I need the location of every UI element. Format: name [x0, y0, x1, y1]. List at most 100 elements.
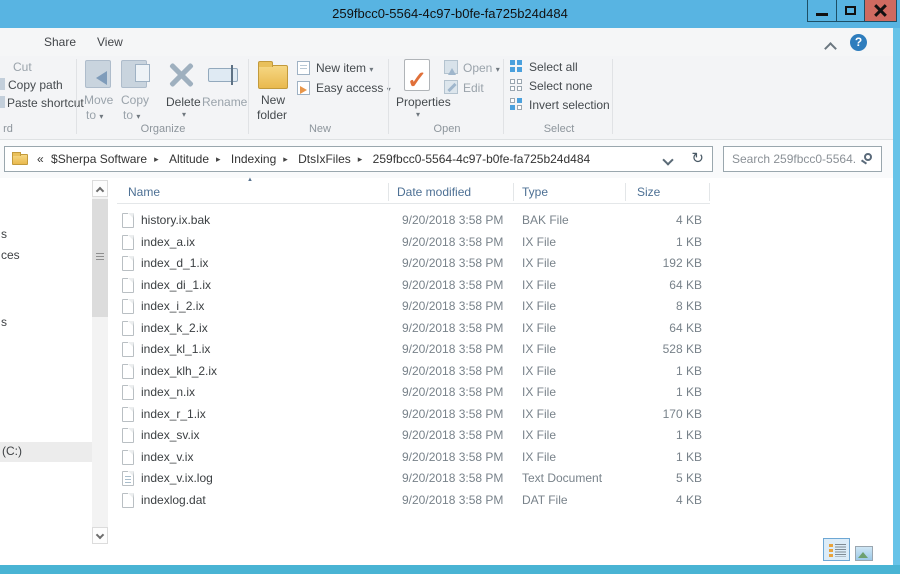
file-icon — [122, 342, 134, 357]
properties-icon — [404, 59, 430, 91]
search-icon[interactable] — [864, 153, 872, 161]
file-list: history.ix.bak 9/20/2018 3:58 PM BAK Fil… — [117, 210, 710, 511]
search-input[interactable] — [732, 148, 857, 170]
file-row[interactable]: index_k_2.ix 9/20/2018 3:58 PM IX File 6… — [117, 318, 710, 340]
file-row[interactable]: index_v.ix 9/20/2018 3:58 PM IX File 1 K… — [117, 447, 710, 469]
file-row[interactable]: index_i_2.ix 9/20/2018 3:58 PM IX File 8… — [117, 296, 710, 318]
ribbon: Cut Copy path Paste shortcut rd Move to … — [0, 56, 893, 140]
tab-share[interactable]: Share — [44, 35, 76, 49]
breadcrumb-item[interactable]: Altitude — [167, 152, 211, 166]
invert-selection-button[interactable]: Invert selection — [529, 98, 610, 112]
file-size-cell: 64 KB — [622, 278, 702, 292]
breadcrumb-separator-icon[interactable]: ▸ — [353, 154, 368, 164]
scroll-up-button[interactable] — [92, 180, 108, 197]
file-date-cell: 9/20/2018 3:58 PM — [402, 321, 503, 335]
column-separator[interactable] — [388, 183, 389, 201]
file-row[interactable]: index_a.ix 9/20/2018 3:58 PM IX File 1 K… — [117, 232, 710, 254]
file-date-cell: 9/20/2018 3:58 PM — [402, 450, 503, 464]
file-type-cell: Text Document — [522, 471, 602, 485]
copy-path-button[interactable]: Copy path — [8, 78, 63, 92]
rename-button[interactable]: Rename — [202, 95, 247, 109]
move-to-button[interactable]: Move — [84, 93, 113, 107]
file-date-cell: 9/20/2018 3:58 PM — [402, 278, 503, 292]
open-button[interactable]: Open ▾ — [463, 61, 500, 75]
sidebar-item-fragment[interactable]: ces — [1, 248, 20, 262]
breadcrumb-item[interactable]: Indexing — [229, 152, 278, 166]
file-size-cell: 1 KB — [622, 428, 702, 442]
file-icon — [122, 278, 134, 293]
file-type-cell: IX File — [522, 450, 556, 464]
delete-button[interactable]: Delete — [166, 95, 201, 109]
column-header-date-modified[interactable]: Date modified — [397, 185, 471, 199]
file-name-cell: history.ix.bak — [141, 213, 210, 227]
file-name-cell: index_v.ix — [141, 450, 193, 464]
invert-selection-icon — [510, 98, 523, 111]
file-type-cell: IX File — [522, 321, 556, 335]
file-row[interactable]: index_sv.ix 9/20/2018 3:58 PM IX File 1 … — [117, 425, 710, 447]
breadcrumb-item-current[interactable]: 259fbcc0-5564-4c97-b0fe-fa725b24d484 — [371, 152, 593, 166]
paste-shortcut-button[interactable]: Paste shortcut — [7, 96, 84, 110]
clipboard-group-label: rd — [0, 123, 18, 135]
address-bar[interactable]: « $Sherpa Software▸ Altitude▸ Indexing▸ … — [4, 146, 713, 172]
sidebar-scrollbar-thumb[interactable] — [92, 199, 108, 317]
file-type-cell: IX File — [522, 385, 556, 399]
file-row[interactable]: history.ix.bak 9/20/2018 3:58 PM BAK Fil… — [117, 210, 710, 232]
easy-access-button[interactable]: Easy access ▾ — [316, 81, 391, 95]
select-all-icon — [510, 60, 523, 73]
file-date-cell: 9/20/2018 3:58 PM — [402, 213, 503, 227]
close-button[interactable] — [865, 0, 897, 22]
file-row[interactable]: index_kl_1.ix 9/20/2018 3:58 PM IX File … — [117, 339, 710, 361]
address-dropdown-icon[interactable] — [663, 156, 672, 165]
sidebar-item-local-disk[interactable]: (C:) — [0, 442, 92, 462]
column-separator[interactable] — [625, 183, 626, 201]
column-header-type[interactable]: Type — [522, 185, 548, 199]
dropdown-icon: ▾ — [369, 65, 373, 74]
minimize-button[interactable] — [807, 0, 837, 22]
collapse-ribbon-icon[interactable] — [826, 41, 835, 50]
new-item-button[interactable]: New item ▾ — [316, 61, 373, 75]
column-separator[interactable] — [513, 183, 514, 201]
file-row[interactable]: index_r_1.ix 9/20/2018 3:58 PM IX File 1… — [117, 404, 710, 426]
maximize-button[interactable] — [837, 0, 865, 22]
refresh-icon[interactable]: ↻ — [691, 149, 704, 167]
scroll-down-button[interactable] — [92, 527, 108, 544]
caption-buttons — [807, 0, 897, 22]
column-header-name[interactable]: Name — [128, 185, 160, 199]
help-icon[interactable]: ? — [850, 34, 867, 51]
copy-to-sub: to ▾ — [123, 108, 140, 122]
file-icon — [122, 407, 134, 422]
select-none-button[interactable]: Select none — [529, 79, 592, 93]
details-view-button[interactable] — [823, 538, 850, 561]
new-folder-button[interactable]: New — [261, 93, 285, 107]
column-separator[interactable] — [709, 183, 710, 201]
file-name-cell: index_v.ix.log — [141, 471, 213, 485]
breadcrumb-separator-icon[interactable]: ▸ — [278, 154, 293, 164]
column-header-size[interactable]: Size — [637, 185, 660, 199]
cut-button[interactable]: Cut — [13, 60, 32, 74]
file-type-cell: IX File — [522, 278, 556, 292]
sidebar-item-fragment[interactable]: s — [1, 227, 7, 241]
breadcrumb-overflow[interactable]: « — [35, 152, 46, 166]
file-row[interactable]: index_d_1.ix 9/20/2018 3:58 PM IX File 1… — [117, 253, 710, 275]
file-row[interactable]: index_klh_2.ix 9/20/2018 3:58 PM IX File… — [117, 361, 710, 383]
edit-button[interactable]: Edit — [463, 81, 484, 95]
file-row[interactable]: index_di_1.ix 9/20/2018 3:58 PM IX File … — [117, 275, 710, 297]
tab-view[interactable]: View — [97, 35, 123, 49]
file-row[interactable]: indexlog.dat 9/20/2018 3:58 PM DAT File … — [117, 490, 710, 512]
file-date-cell: 9/20/2018 3:58 PM — [402, 493, 503, 507]
file-name-cell: index_n.ix — [141, 385, 195, 399]
breadcrumb-separator-icon[interactable]: ▸ — [211, 154, 226, 164]
sidebar-item-fragment[interactable]: s — [1, 315, 7, 329]
file-row[interactable]: index_v.ix.log 9/20/2018 3:58 PM Text Do… — [117, 468, 710, 490]
breadcrumb-separator-icon[interactable]: ▸ — [149, 154, 164, 164]
file-row[interactable]: index_n.ix 9/20/2018 3:58 PM IX File 1 K… — [117, 382, 710, 404]
file-size-cell: 8 KB — [622, 299, 702, 313]
breadcrumb-item[interactable]: $Sherpa Software — [49, 152, 149, 166]
select-all-button[interactable]: Select all — [529, 60, 578, 74]
copy-to-button[interactable]: Copy — [121, 93, 149, 107]
view-toggles — [823, 538, 873, 561]
maximize-icon — [845, 6, 856, 15]
properties-button[interactable]: Properties — [396, 95, 451, 109]
large-icons-view-button[interactable] — [855, 546, 873, 561]
breadcrumb-item[interactable]: DtsIxFiles — [296, 152, 353, 166]
